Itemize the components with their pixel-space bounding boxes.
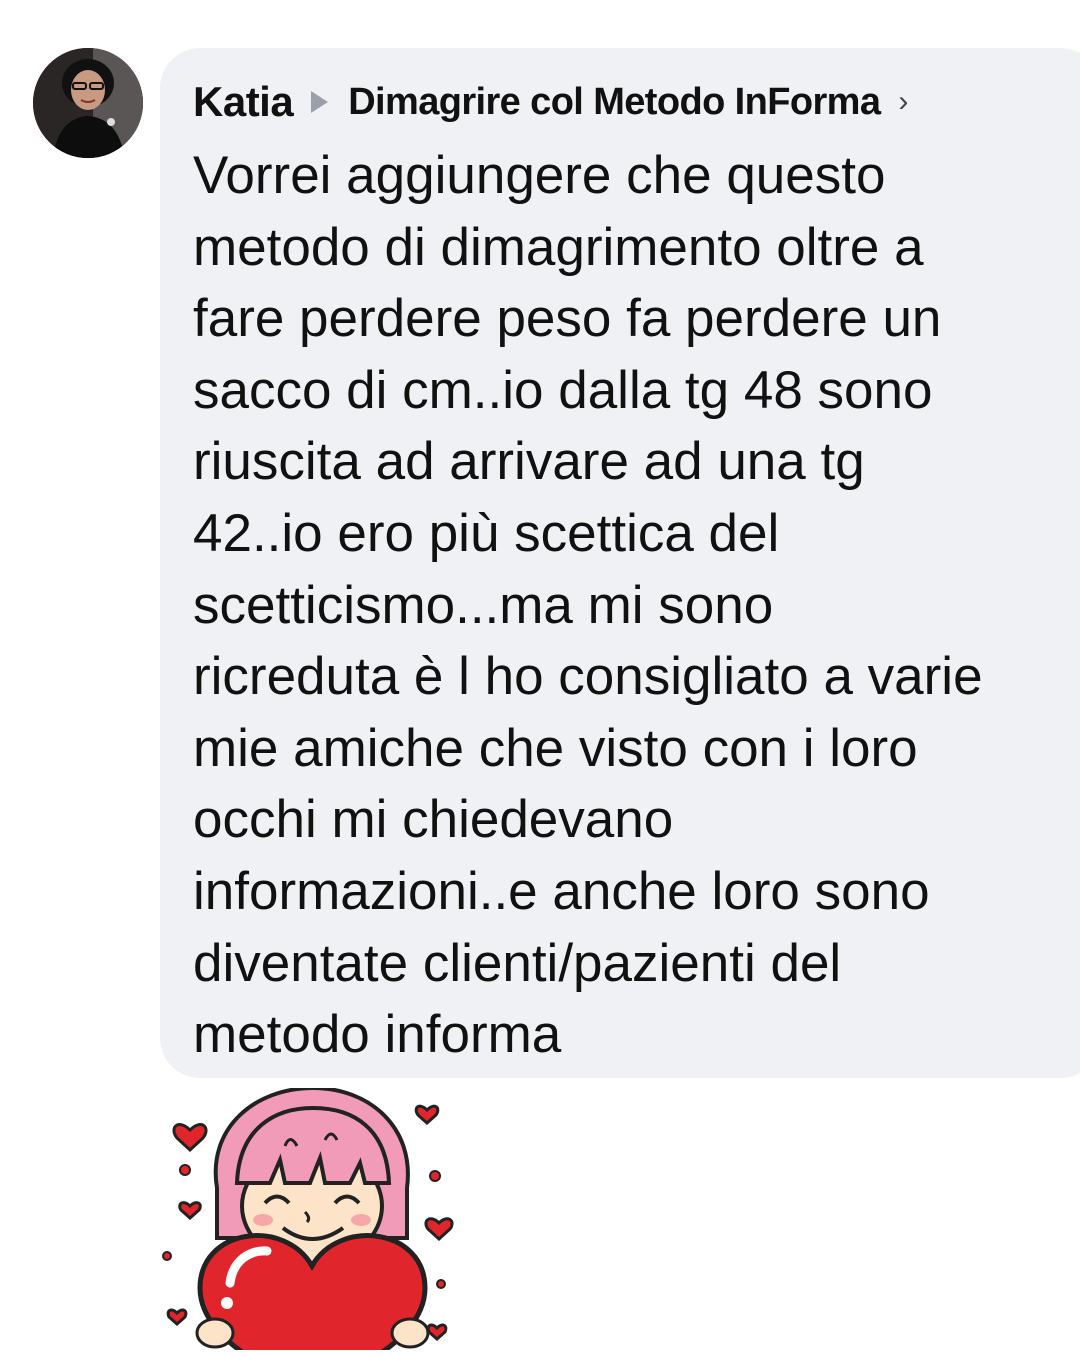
avatar-photo — [33, 48, 143, 158]
comment-header: Katia Dimagrire col Metodo InForma › — [193, 76, 908, 128]
group-name-link[interactable]: Dimagrire col Metodo InForma — [348, 81, 881, 124]
comment-text: Vorrei aggiungere che questo metodo di d… — [193, 146, 983, 1065]
author-name[interactable]: Katia — [193, 78, 294, 126]
triangle-right-icon — [311, 91, 329, 113]
chevron-right-icon[interactable]: › — [898, 85, 908, 119]
girl-holding-heart-sticker[interactable] — [155, 1085, 475, 1355]
author-avatar[interactable] — [33, 48, 143, 158]
